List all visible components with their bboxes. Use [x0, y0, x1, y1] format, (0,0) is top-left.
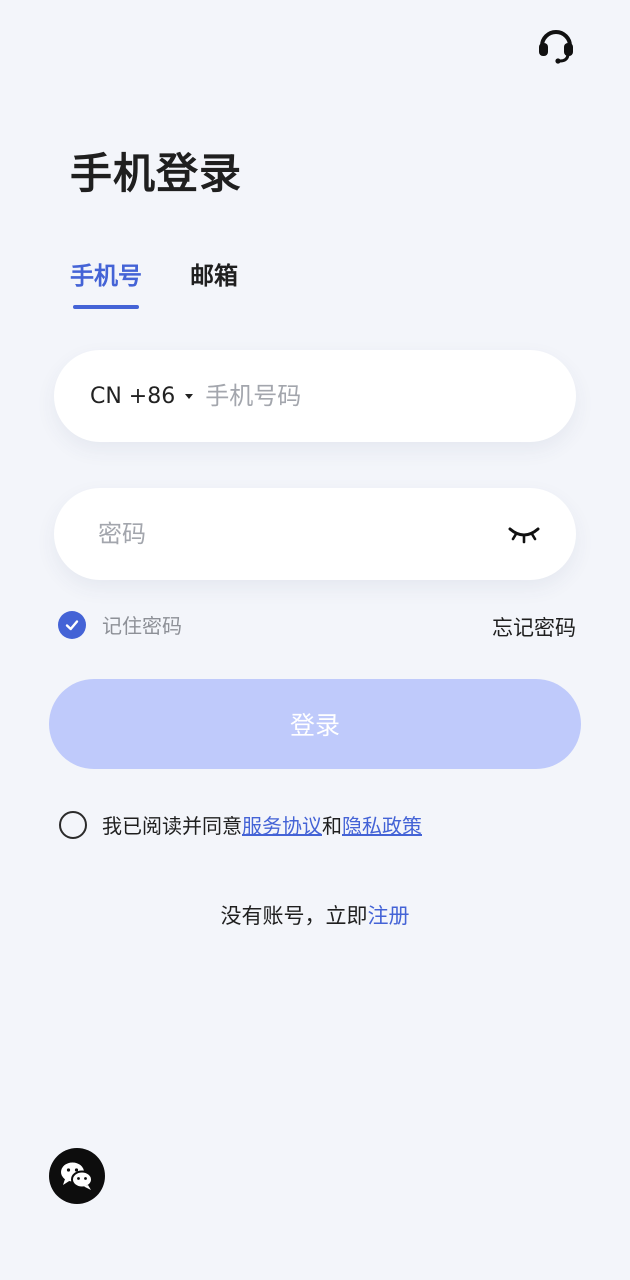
privacy-policy-link[interactable]: 隐私政策 [342, 814, 422, 838]
login-button[interactable]: 登录 [49, 679, 581, 769]
tab-email[interactable]: 邮箱 [190, 256, 238, 305]
remember-password-checkbox[interactable]: 记住密码 [58, 610, 182, 639]
country-code-value: CN +86 [90, 383, 176, 409]
phone-field: CN +86 [54, 350, 576, 442]
wechat-login-button[interactable] [49, 1148, 105, 1204]
agreement-prefix: 我已阅读并同意 [102, 814, 242, 838]
agreement-conjunction: 和 [322, 814, 342, 838]
country-code-select[interactable]: CN +86 [90, 383, 194, 409]
password-input[interactable] [98, 520, 506, 548]
tab-phone[interactable]: 手机号 [70, 256, 142, 309]
register-row: 没有账号，立即注册 [0, 900, 630, 930]
forgot-password-link[interactable]: 忘记密码 [492, 612, 576, 642]
wechat-icon [61, 1162, 93, 1190]
service-agreement-link[interactable]: 服务协议 [242, 814, 322, 838]
toggle-password-visibility[interactable] [506, 522, 542, 546]
customer-service-button[interactable] [534, 22, 578, 66]
agreement-checkbox[interactable] [59, 810, 87, 839]
tab-email-label: 邮箱 [190, 262, 238, 290]
password-field [54, 488, 576, 580]
tab-phone-label: 手机号 [70, 262, 142, 290]
phone-input[interactable] [205, 382, 526, 410]
agreement-text: 我已阅读并同意服务协议和隐私政策 [102, 810, 422, 839]
page-title: 手机登录 [70, 149, 243, 198]
remember-password-label: 记住密码 [102, 614, 182, 638]
agreement-row: 我已阅读并同意服务协议和隐私政策 [59, 810, 422, 839]
register-link[interactable]: 注册 [368, 904, 410, 928]
register-prefix: 没有账号，立即 [220, 904, 368, 928]
login-method-tabs: 手机号 邮箱 [70, 256, 238, 309]
active-tab-indicator [73, 305, 139, 309]
eye-closed-icon [508, 527, 540, 544]
headset-icon [539, 30, 573, 64]
checkmark-icon [58, 610, 86, 639]
caret-down-icon [185, 393, 194, 399]
